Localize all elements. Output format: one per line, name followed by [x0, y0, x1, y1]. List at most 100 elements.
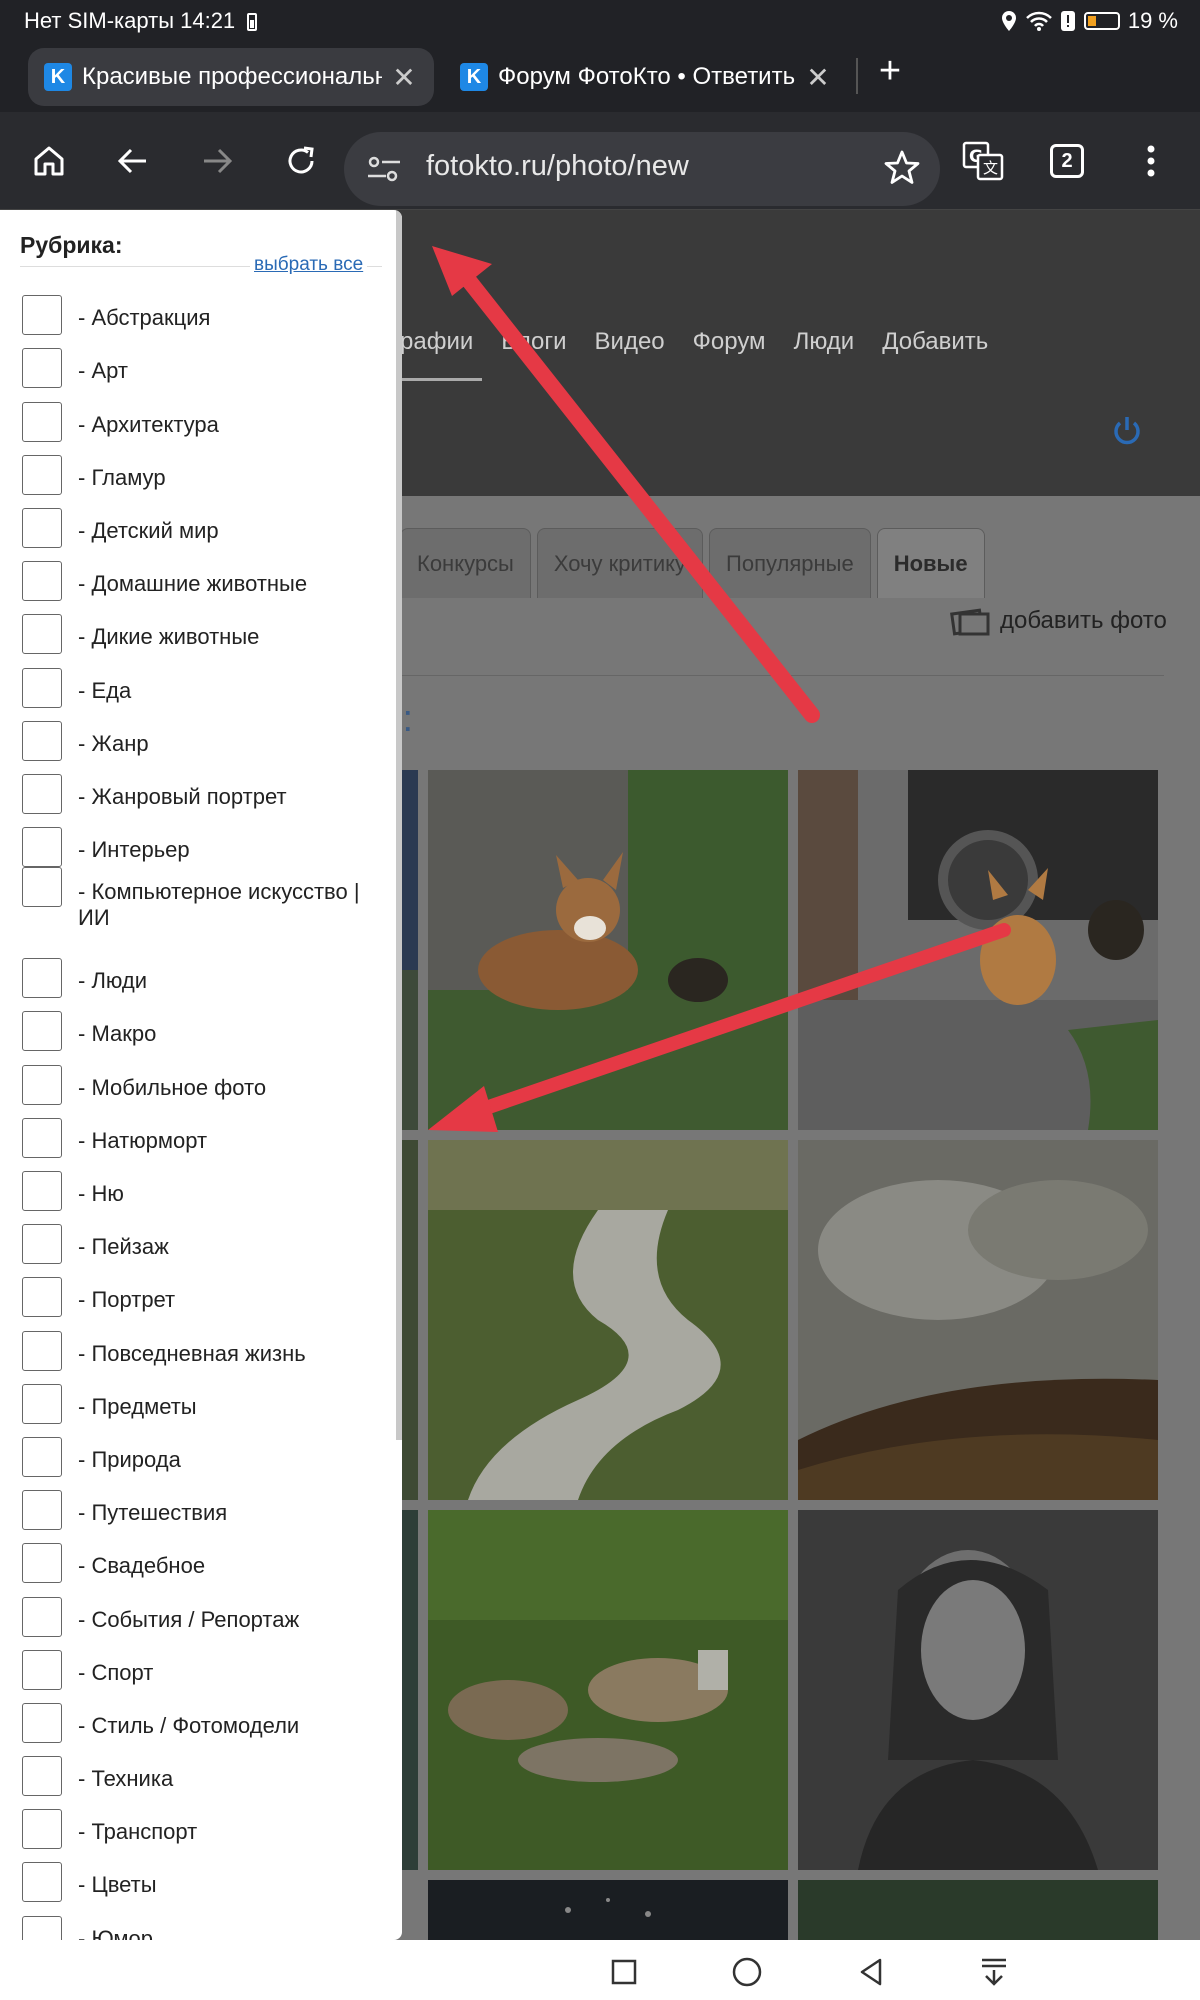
checkbox[interactable]	[22, 1809, 62, 1850]
nav-add[interactable]: Добавить	[882, 328, 988, 356]
rubric-item[interactable]: - Абстракция	[22, 282, 392, 336]
rubric-item[interactable]: - Арт	[22, 335, 392, 389]
rubric-item[interactable]: - Архитектура	[22, 388, 392, 442]
rubric-item[interactable]: - Люди	[22, 945, 392, 999]
url-text[interactable]: fotokto.ru/photo/new	[426, 150, 689, 183]
notifications-down-icon[interactable]	[974, 1952, 1014, 1992]
photo-thumbnail[interactable]	[798, 1880, 1158, 1940]
tab-want-critique[interactable]: Хочу критику	[536, 528, 704, 598]
rubric-item[interactable]: - Детский мир	[22, 495, 392, 548]
rubric-item[interactable]: - Макро	[22, 998, 392, 1052]
rubric-item[interactable]: - Гламур	[22, 442, 392, 495]
checkbox[interactable]	[22, 720, 62, 761]
rubric-item[interactable]: - Дикие животные	[22, 601, 392, 655]
menu-button[interactable]	[1124, 134, 1178, 188]
photo-thumbnail[interactable]	[798, 1140, 1158, 1500]
checkbox[interactable]	[22, 773, 62, 814]
forward-button[interactable]	[190, 134, 244, 188]
rubric-item[interactable]: - Жанр	[22, 708, 392, 761]
checkbox[interactable]	[22, 1862, 62, 1903]
reload-button[interactable]	[274, 134, 328, 188]
back-triangle-icon[interactable]	[852, 1952, 892, 1992]
rubric-item[interactable]: - Предметы	[22, 1371, 392, 1424]
rubric-item[interactable]: - Домашние животные	[22, 548, 392, 602]
checkbox[interactable]	[22, 1064, 62, 1105]
add-photo-link[interactable]: добавить фото	[950, 606, 1167, 636]
tab-switcher-button[interactable]: 2	[1040, 134, 1094, 188]
tab-fotokto-photos[interactable]: K Красивые профессиональные ✕	[28, 48, 434, 106]
checkbox[interactable]	[22, 1117, 62, 1158]
recent-apps-icon[interactable]	[604, 1952, 644, 1992]
rubric-item[interactable]: - Юмор	[22, 1902, 392, 1940]
checkbox[interactable]	[22, 1330, 62, 1371]
nav-people[interactable]: Люди	[794, 328, 855, 356]
checkbox[interactable]	[22, 614, 62, 655]
photo-thumbnail[interactable]	[428, 770, 788, 1130]
checkbox[interactable]	[22, 1596, 62, 1637]
rubric-item[interactable]: - Природа	[22, 1424, 392, 1477]
checkbox[interactable]	[22, 454, 62, 495]
rubric-item[interactable]: - Цветы	[22, 1849, 392, 1903]
checkbox[interactable]	[22, 1171, 62, 1211]
rubric-item[interactable]: - Жанровый портрет	[22, 761, 392, 814]
checkbox[interactable]	[22, 1277, 62, 1318]
photo-thumbnail[interactable]	[428, 1510, 788, 1870]
checkbox[interactable]	[22, 507, 62, 548]
checkbox[interactable]	[22, 348, 62, 389]
checkbox[interactable]	[22, 1490, 62, 1531]
rubric-item[interactable]: - Транспорт	[22, 1796, 392, 1850]
tab-new[interactable]: Новые	[876, 528, 985, 598]
checkbox[interactable]	[22, 667, 62, 708]
rubric-item[interactable]: - События / Репортаж	[22, 1583, 392, 1637]
checkbox[interactable]	[22, 561, 62, 602]
tune-icon[interactable]	[366, 154, 402, 184]
checkbox[interactable]	[22, 401, 62, 442]
rubric-item[interactable]: - Еда	[22, 654, 392, 708]
close-icon[interactable]: ✕	[804, 61, 832, 94]
back-button[interactable]	[106, 134, 160, 188]
tab-popular[interactable]: Популярные	[709, 528, 871, 598]
checkbox[interactable]	[22, 1383, 62, 1424]
rubric-item[interactable]: - Мобильное фото	[22, 1051, 392, 1105]
checkbox[interactable]	[22, 295, 62, 336]
address-bar[interactable]: fotokto.ru/photo/new	[344, 132, 940, 206]
rubric-item[interactable]: - Спорт	[22, 1637, 392, 1690]
rubric-item[interactable]: - Интерьер	[22, 814, 392, 868]
nav-forum[interactable]: Форум	[693, 328, 766, 356]
close-icon[interactable]: ✕	[390, 61, 418, 94]
nav-photos[interactable]: рафии	[400, 328, 473, 356]
checkbox[interactable]	[22, 1436, 62, 1477]
rubric-item[interactable]: - Повседневная жизнь	[22, 1317, 392, 1371]
rubric-item[interactable]: - Пейзаж	[22, 1211, 392, 1265]
checkbox[interactable]	[22, 958, 62, 999]
panel-scrollbar[interactable]	[396, 210, 402, 1440]
photo-thumbnail[interactable]	[798, 770, 1158, 1130]
rubric-item[interactable]: - Техника	[22, 1743, 392, 1797]
star-icon[interactable]	[882, 148, 922, 188]
checkbox[interactable]	[22, 1702, 62, 1743]
checkbox[interactable]	[22, 827, 62, 868]
checkbox[interactable]	[22, 1011, 62, 1052]
checkbox[interactable]	[22, 1915, 62, 1940]
select-all-link[interactable]: выбрать все	[250, 254, 368, 276]
nav-blogs[interactable]: Блоги	[501, 328, 566, 356]
nav-video[interactable]: Видео	[595, 328, 665, 356]
rubric-item[interactable]: - Ню	[22, 1158, 392, 1211]
home-button[interactable]	[22, 134, 76, 188]
power-icon[interactable]	[1110, 414, 1144, 448]
tab-contests[interactable]: Конкурсы	[400, 528, 531, 598]
checkbox[interactable]	[22, 1649, 62, 1690]
rubric-item[interactable]: - Стиль / Фотомодели	[22, 1690, 392, 1743]
photo-thumbnail[interactable]	[428, 1880, 788, 1940]
translate-button[interactable]: G文	[956, 134, 1010, 188]
rubric-item[interactable]: - Портрет	[22, 1264, 392, 1318]
rubric-item[interactable]: - Натюрморт	[22, 1105, 392, 1158]
checkbox[interactable]	[22, 1224, 62, 1265]
checkbox[interactable]	[22, 867, 62, 908]
checkbox[interactable]	[22, 1756, 62, 1797]
rubric-item[interactable]: - Компьютерное искусство | ИИ	[22, 867, 392, 945]
new-tab-button[interactable]: +	[870, 50, 910, 100]
photo-thumbnail[interactable]	[798, 1510, 1158, 1870]
rubric-item[interactable]: - Свадебное	[22, 1530, 392, 1584]
tab-fotokto-forum[interactable]: K Форум ФотоКто • Ответить ✕	[444, 48, 848, 106]
